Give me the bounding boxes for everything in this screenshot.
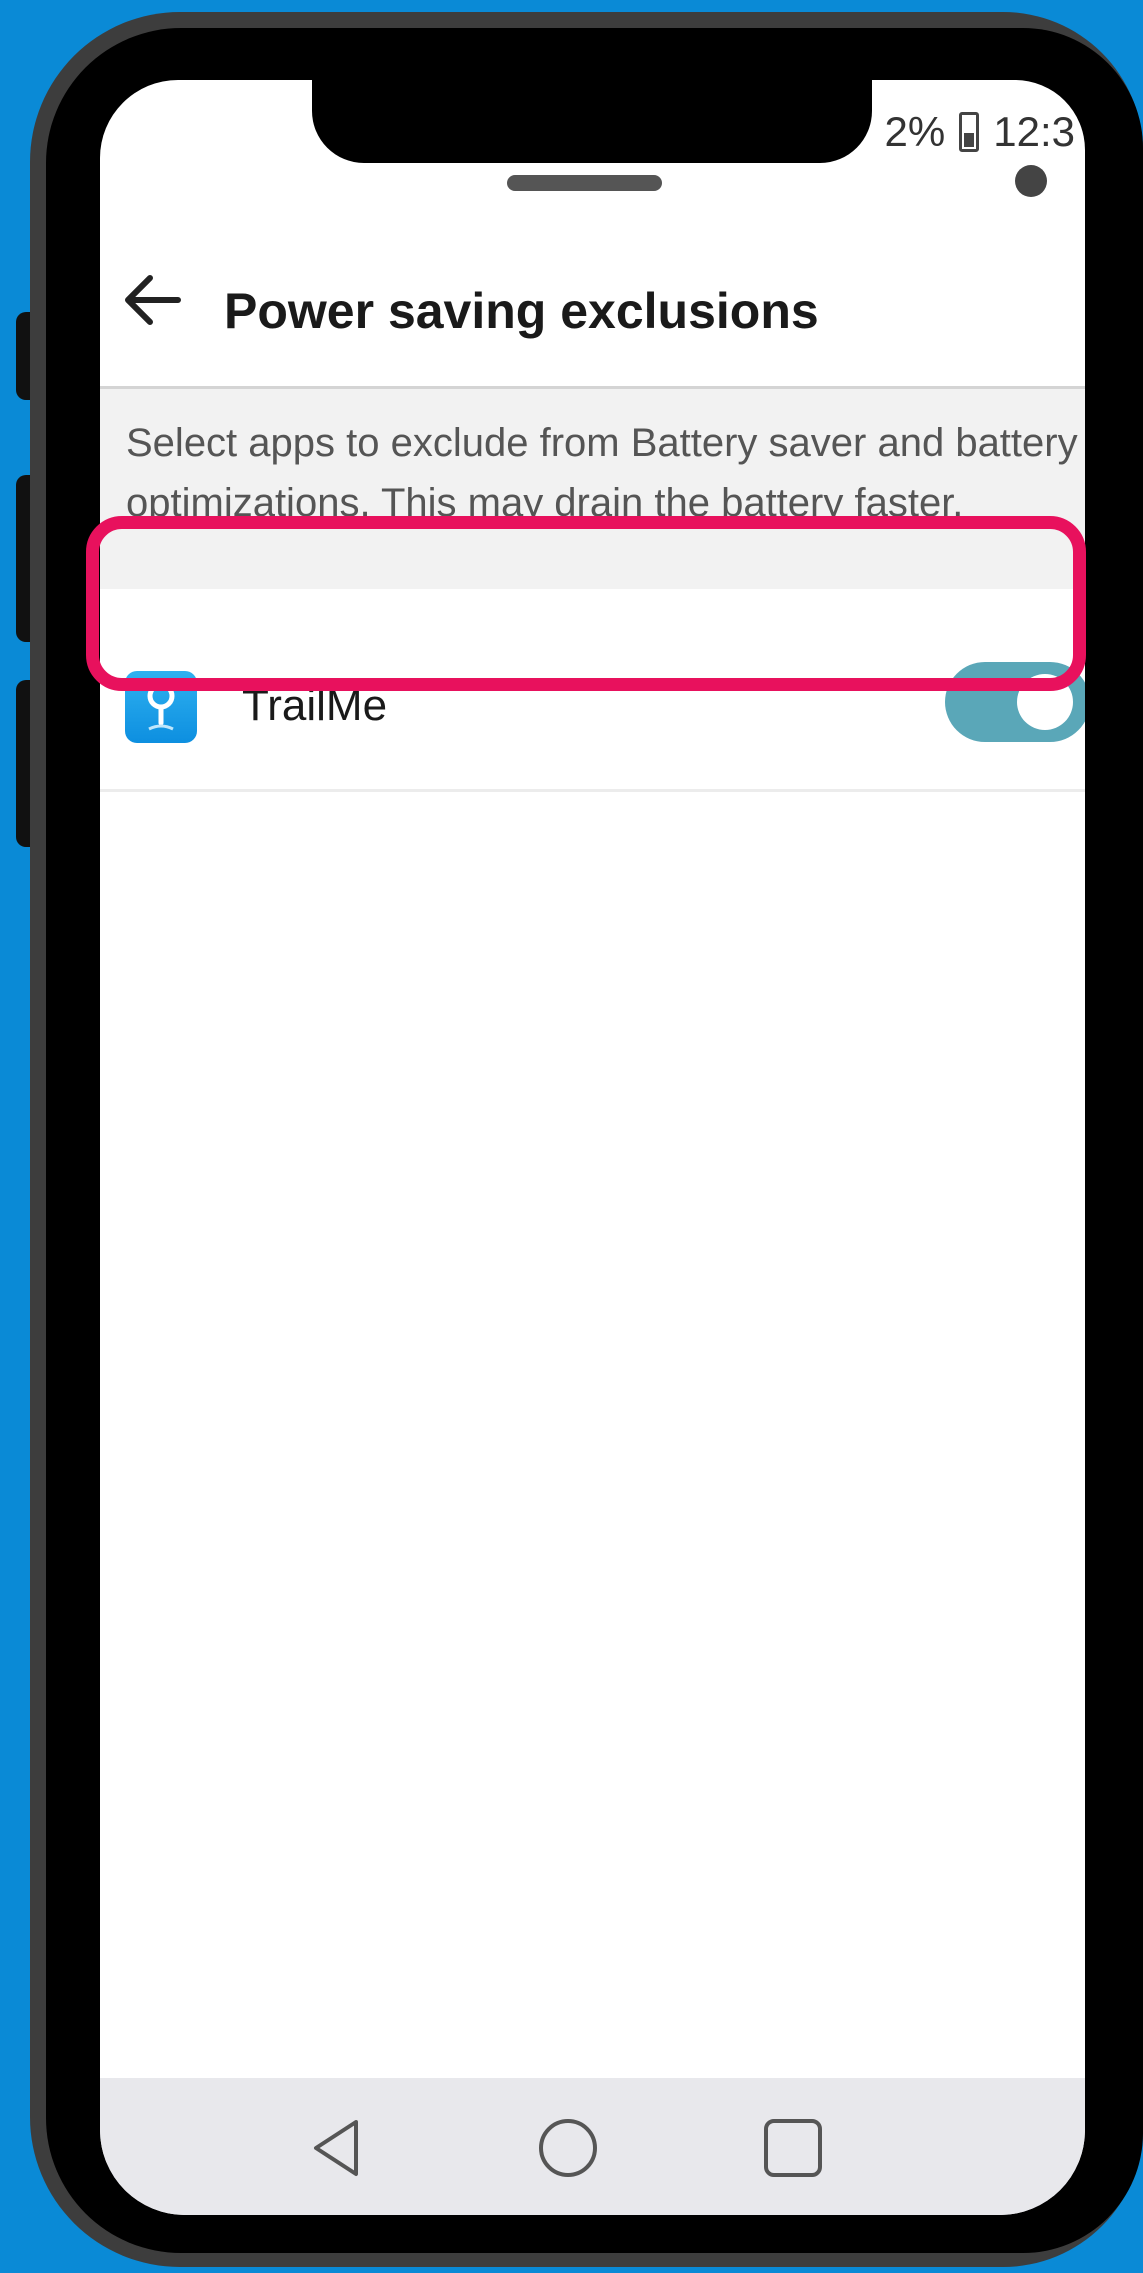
app-bar: Power saving exclusions (100, 210, 1085, 389)
battery-percent: 2% (884, 108, 946, 155)
camera-notch (312, 75, 1047, 197)
recents-square-icon[interactable] (753, 2108, 833, 2188)
phone-screen: 2% 12:3 Power saving exclusions Select a… (100, 80, 1085, 2215)
back-triangle-icon[interactable] (298, 2108, 378, 2188)
highlight-box (86, 516, 1086, 691)
front-camera (1015, 165, 1047, 197)
speaker-grille (507, 175, 662, 191)
status-time: 12:3 (993, 108, 1075, 155)
status-bar: 2% 12:3 (885, 102, 1075, 162)
battery-icon (959, 112, 980, 152)
description-text: Select apps to exclude from Battery save… (126, 421, 1078, 525)
navigation-bar (100, 2078, 1085, 2215)
back-arrow-icon[interactable] (118, 270, 188, 330)
home-circle-icon[interactable] (528, 2108, 608, 2188)
page-title: Power saving exclusions (224, 283, 819, 339)
